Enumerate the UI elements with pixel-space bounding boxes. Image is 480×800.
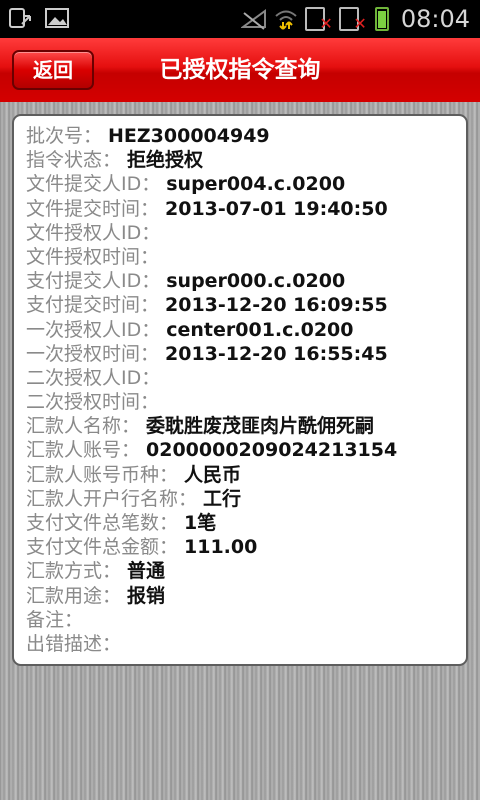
- detail-value: center001.c.0200: [166, 318, 354, 341]
- detail-label: 汇款人名称：: [26, 415, 141, 438]
- detail-label: 二次授权人ID：: [26, 366, 161, 389]
- notification-icons: [8, 6, 70, 30]
- detail-row: 汇款用途： 报销: [26, 584, 466, 608]
- image-icon: [45, 8, 69, 28]
- detail-row: 支付文件总金额： 111.00: [26, 535, 466, 559]
- detail-value: 报销: [127, 584, 166, 607]
- detail-row: 汇款人账号币种： 人民币: [26, 463, 466, 487]
- detail-row: 汇款人账号： 0200000209024213154: [26, 438, 466, 462]
- detail-row: 支付提交时间： 2013-12-20 16:09:55: [26, 293, 466, 317]
- usb-debug-icon: [9, 8, 31, 28]
- detail-row: 一次授权时间： 2013-12-20 16:55:45: [26, 342, 466, 366]
- detail-label: 汇款人开户行名称：: [26, 487, 198, 510]
- detail-label: 汇款用途：: [26, 584, 122, 607]
- detail-label: 二次授权时间：: [26, 391, 160, 414]
- detail-row: 汇款人名称： 委耽胜废茂匪肉片酰佣死嗣: [26, 414, 466, 438]
- detail-label: 一次授权时间：: [26, 342, 160, 365]
- detail-value: 1笔: [184, 512, 217, 534]
- detail-label: 文件授权人ID：: [26, 221, 161, 244]
- detail-label: 指令状态：: [26, 149, 122, 172]
- wifi-icon: [275, 10, 297, 30]
- detail-label: 文件授权时间：: [26, 245, 160, 268]
- detail-value: 普通: [127, 560, 166, 583]
- detail-label: 批次号：: [26, 125, 103, 147]
- no-signal-icon: [240, 9, 266, 30]
- detail-row: 文件提交人ID： super004.c.0200: [26, 172, 466, 196]
- detail-value: 2013-12-20 16:55:45: [165, 342, 388, 365]
- detail-value: super000.c.0200: [166, 270, 346, 293]
- detail-value: 0200000209024213154: [146, 439, 398, 462]
- system-icons: ✕ ✕ 08:04: [240, 0, 470, 38]
- detail-label: 支付提交时间：: [26, 294, 160, 317]
- detail-label: 出错描述：: [26, 632, 122, 655]
- detail-row: 支付文件总笔数： 1笔: [26, 511, 466, 535]
- detail-label: 备注：: [26, 608, 84, 631]
- sim1-error-icon: ✕: [304, 7, 333, 33]
- detail-value: 委耽胜废茂匪肉片酰佣死嗣: [146, 415, 375, 438]
- detail-row: 文件授权人ID：: [26, 221, 466, 245]
- detail-value: 拒绝授权: [127, 149, 204, 172]
- detail-row: 汇款方式： 普通: [26, 559, 466, 583]
- detail-row: 汇款人开户行名称： 工行: [26, 487, 466, 511]
- detail-card: 批次号： HEZ300004949 指令状态： 拒绝授权 文件提交人ID： super00…: [12, 114, 468, 666]
- detail-value: super004.c.0200: [166, 173, 346, 196]
- detail-value: 2013-12-20 16:09:55: [165, 294, 388, 317]
- detail-label: 汇款人账号币种：: [26, 463, 179, 486]
- detail-row: 支付提交人ID： super000.c.0200: [26, 269, 466, 293]
- detail-label: 支付文件总金额：: [26, 536, 179, 559]
- detail-row: 文件提交时间： 2013-07-01 19:40:50: [26, 197, 466, 221]
- detail-value: HEZ300004949: [108, 125, 270, 147]
- detail-label: 支付提交人ID：: [26, 270, 161, 293]
- detail-row: 二次授权时间：: [26, 390, 466, 414]
- detail-row: 一次授权人ID： center001.c.0200: [26, 318, 466, 342]
- status-bar: ✕ ✕ 08:04: [0, 0, 480, 38]
- detail-row: 出错描述：: [26, 632, 466, 656]
- detail-value: 2013-07-01 19:40:50: [165, 197, 388, 220]
- detail-label: 文件提交时间：: [26, 197, 160, 220]
- detail-value: 111.00: [184, 536, 258, 559]
- detail-row: 二次授权人ID：: [26, 366, 466, 390]
- clock: 08:04: [400, 5, 470, 33]
- detail-list: 批次号： HEZ300004949 指令状态： 拒绝授权 文件提交人ID： super00…: [26, 124, 466, 656]
- detail-row: 批次号： HEZ300004949: [26, 124, 466, 148]
- detail-value: 工行: [203, 487, 242, 510]
- detail-value: 人民币: [184, 463, 242, 486]
- detail-label: 文件提交人ID：: [26, 173, 161, 196]
- back-button[interactable]: 返回: [12, 50, 94, 90]
- detail-label: 一次授权人ID：: [26, 318, 161, 341]
- title-bar: 已授权指令查询 返回: [0, 38, 480, 102]
- detail-row: 指令状态： 拒绝授权: [26, 148, 466, 172]
- detail-label: 汇款方式：: [26, 560, 122, 583]
- detail-row: 备注：: [26, 608, 466, 632]
- battery-icon: [374, 7, 389, 31]
- detail-label: 汇款人账号：: [26, 439, 141, 462]
- detail-row: 文件授权时间：: [26, 245, 466, 269]
- detail-label: 支付文件总笔数：: [26, 512, 179, 534]
- sim2-error-icon: ✕: [338, 7, 367, 33]
